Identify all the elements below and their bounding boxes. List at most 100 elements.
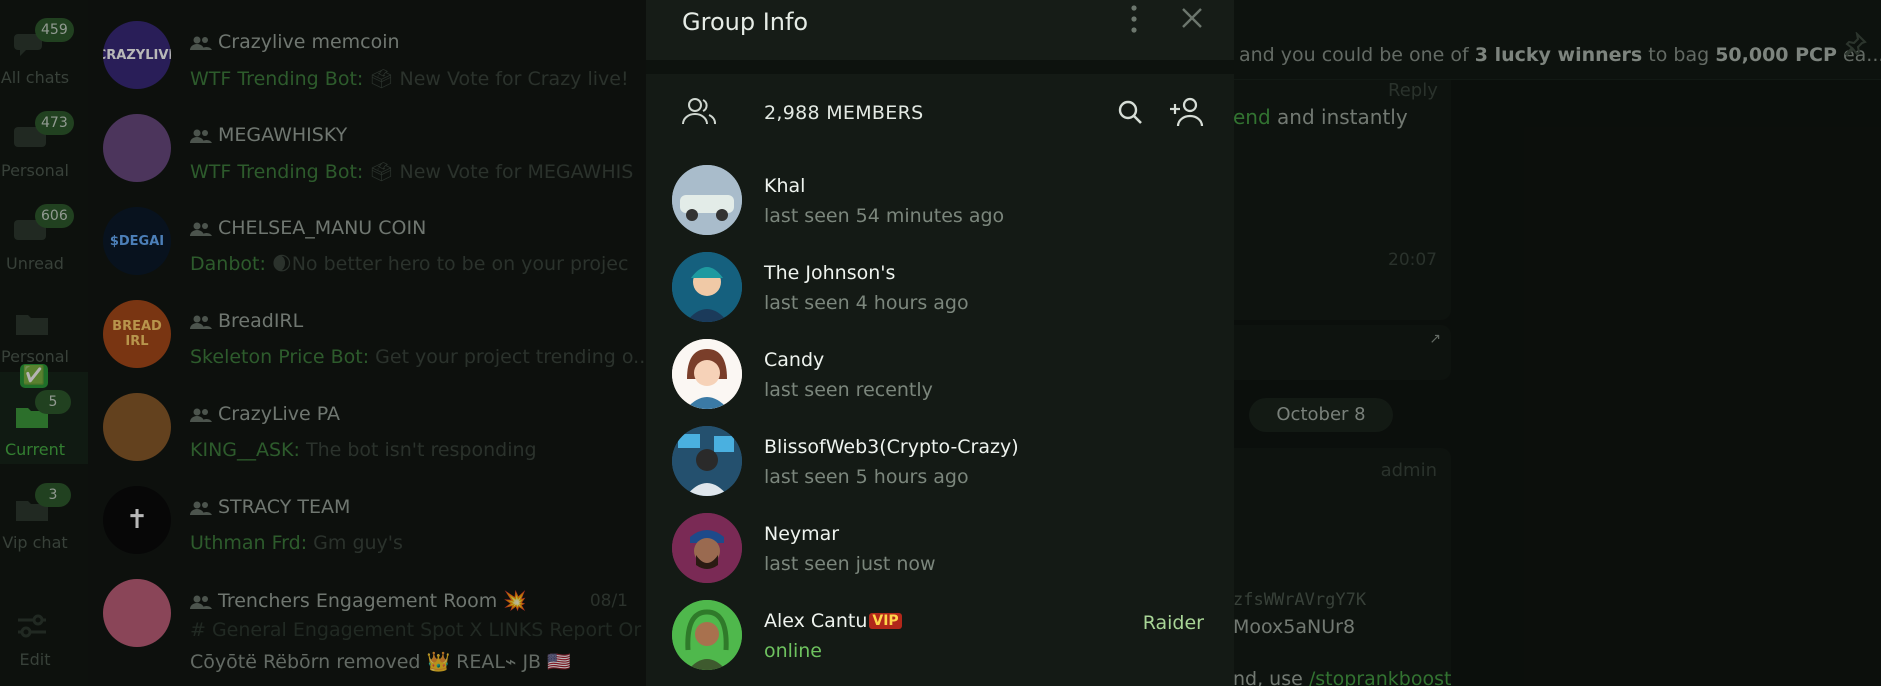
avatar <box>672 252 742 322</box>
modal-title: Group Info <box>682 8 809 36</box>
folder-personal[interactable]: 473 Personal <box>0 93 88 185</box>
preview-text: Get your project trending o... <box>375 346 648 368</box>
member-status: last seen 54 minutes ago <box>764 205 1005 227</box>
member-name: The Johnson's <box>764 262 896 284</box>
unread-badge: 5 <box>35 390 71 414</box>
member-row[interactable]: Neymar last seen just now <box>646 505 1234 592</box>
members-icon <box>682 98 716 125</box>
folder-current[interactable]: ✅ 5 Current <box>0 364 88 464</box>
add-member-icon[interactable] <box>1168 96 1204 128</box>
message-link[interactable]: end <box>1233 105 1271 129</box>
avatar: ✝ <box>103 486 171 554</box>
group-icon <box>190 501 212 515</box>
folder-vip-chat[interactable]: 3 Vip chat <box>0 465 88 557</box>
avatar <box>672 426 742 496</box>
chat-preview: KING__ASK: The bot isn't responding <box>190 439 537 461</box>
vip-badge: VIP <box>869 613 902 629</box>
chat-item[interactable]: $DEGAI CHELSEA_MANU COIN Danbot: 🌒No bet… <box>88 195 648 288</box>
member-row[interactable]: Candy last seen recently <box>646 331 1234 418</box>
folder-all-chats[interactable]: 459 All chats <box>0 0 88 92</box>
chat-item[interactable]: CrazyLive PA KING__ASK: The bot isn't re… <box>88 381 648 474</box>
message-text: end and instantly <box>1233 105 1408 129</box>
chat-title: STRACY TEAM <box>190 496 350 518</box>
modal-header: Group Info <box>646 0 1234 60</box>
chat-item[interactable]: CRAZYLIVE Crazylive memcoin WTF Trending… <box>88 9 648 102</box>
folder-label: Vip chat <box>2 533 68 552</box>
member-name-text: Alex Cantu <box>764 610 868 632</box>
preview-sender: WTF Trending Bot: <box>190 68 364 90</box>
pinned-bold: 3 lucky winners <box>1474 44 1643 66</box>
member-row[interactable]: Alex Cantu VIP online Raider <box>646 592 1234 679</box>
reply-label[interactable]: Reply <box>1388 80 1438 101</box>
pin-icon[interactable] <box>1843 32 1867 56</box>
chat-preview: Danbot: 🌒No better hero to be on your pr… <box>190 253 628 275</box>
chat-item[interactable]: MEGAWHISKY WTF Trending Bot: 🗳 New Vote … <box>88 102 648 195</box>
section-divider <box>646 60 1234 74</box>
folder-label: All chats <box>0 68 70 87</box>
preview-sender: Uthman Frd: <box>190 532 308 554</box>
member-role: Raider <box>1142 612 1204 634</box>
member-status: last seen just now <box>764 553 936 575</box>
member-row[interactable]: BlissofWeb3(Crypto-Crazy) last seen 5 ho… <box>646 418 1234 505</box>
avatar: CRAZYLIVE <box>103 21 171 89</box>
group-icon <box>190 408 212 422</box>
message-code: zfsWWrAVrgY7K <box>1233 590 1367 610</box>
pinned-message-text: and you could be one of 3 lucky winners … <box>1239 44 1881 66</box>
chat-item[interactable]: ✝ STRACY TEAM Uthman Frd: Gm guy's <box>88 474 648 567</box>
chat-title-text: Trenchers Engagement Room 💥 <box>218 590 527 612</box>
preview-sender: Skeleton Price Bot: <box>190 346 370 368</box>
group-icon <box>190 222 212 236</box>
search-icon[interactable] <box>1116 98 1144 126</box>
folder-personal-2[interactable]: Personal <box>0 279 88 371</box>
preview-text: 🗳 New Vote for MEGAWHIS <box>369 161 634 183</box>
avatar <box>672 339 742 409</box>
message-text-rest: and instantly <box>1270 105 1408 129</box>
preview-text: 🗳 New Vote for Crazy live! <box>369 68 629 90</box>
folder-edit[interactable]: Edit <box>0 594 88 686</box>
chat-area: and you could be one of 3 lucky winners … <box>1233 0 1881 686</box>
avatar <box>672 600 742 670</box>
member-row[interactable]: The Johnson's last seen 4 hours ago <box>646 244 1234 331</box>
unread-badge: 459 <box>35 18 74 42</box>
group-icon <box>190 129 212 143</box>
message-bubble[interactable]: Reply end and instantly 20:07 <box>1233 80 1451 320</box>
chat-date: 08/1 <box>589 591 628 611</box>
chat-list: CRAZYLIVE Crazylive memcoin WTF Trending… <box>88 0 648 686</box>
pinned-message-bar[interactable]: and you could be one of 3 lucky winners … <box>1233 0 1881 80</box>
unread-badge: 473 <box>35 111 74 135</box>
command-link[interactable]: /stoprankboost <box>1309 668 1452 686</box>
chat-item[interactable]: Trenchers Engagement Room 💥 08/1 # Gener… <box>88 567 648 686</box>
member-name: BlissofWeb3(Crypto-Crazy) <box>764 436 1019 458</box>
member-name: Khal <box>764 175 806 197</box>
close-icon[interactable] <box>1178 4 1206 32</box>
group-icon <box>190 315 212 329</box>
preview-text: 🌒No better hero to be on your projec <box>271 253 629 275</box>
member-row[interactable]: Khal last seen 54 minutes ago <box>646 157 1234 244</box>
member-name: Neymar <box>764 523 840 545</box>
link-preview-bar[interactable]: ↗ <box>1233 325 1451 380</box>
chat-item[interactable]: BREAD IRL BreadIRL Skeleton Price Bot: G… <box>88 288 648 381</box>
chat-preview: Skeleton Price Bot: Get your project tre… <box>190 346 648 368</box>
chat-title-text: CrazyLive PA <box>218 403 341 425</box>
chat-title-text: STRACY TEAM <box>218 496 351 518</box>
avatar: $DEGAI <box>103 207 171 275</box>
chat-tags: # General Engagement Spot X LINKS Report… <box>190 619 648 641</box>
folder-unread[interactable]: 606 Unread <box>0 186 88 278</box>
chat-title-text: BreadIRL <box>218 310 304 332</box>
preview-sender: Cōyōtë Rëbōrn <box>190 651 331 673</box>
chat-title: CrazyLive PA <box>190 403 340 425</box>
group-icon <box>190 595 212 609</box>
member-name: Alex Cantu VIP <box>764 610 902 632</box>
message-text-pre: nd, use <box>1233 668 1309 686</box>
more-options-icon[interactable] <box>1124 2 1144 36</box>
group-info-modal: Group Info 2,988 MEMBERS Khal last seen … <box>646 0 1234 686</box>
chat-preview: WTF Trending Bot: 🗳 New Vote for Crazy l… <box>190 67 629 90</box>
chat-title-text: CHELSEA_MANU COIN <box>218 217 427 239</box>
message-bubble[interactable]: admin zfsWWrAVrgY7K Moox5aNUr8 nd, use /… <box>1233 448 1451 686</box>
group-icon <box>190 36 212 50</box>
external-link-icon[interactable]: ↗ <box>1429 331 1441 347</box>
preview-text: The bot isn't responding <box>305 439 537 461</box>
chat-preview: Uthman Frd: Gm guy's <box>190 532 403 554</box>
preview-sender: WTF Trending Bot: <box>190 161 364 183</box>
unread-badge: 3 <box>35 483 71 507</box>
